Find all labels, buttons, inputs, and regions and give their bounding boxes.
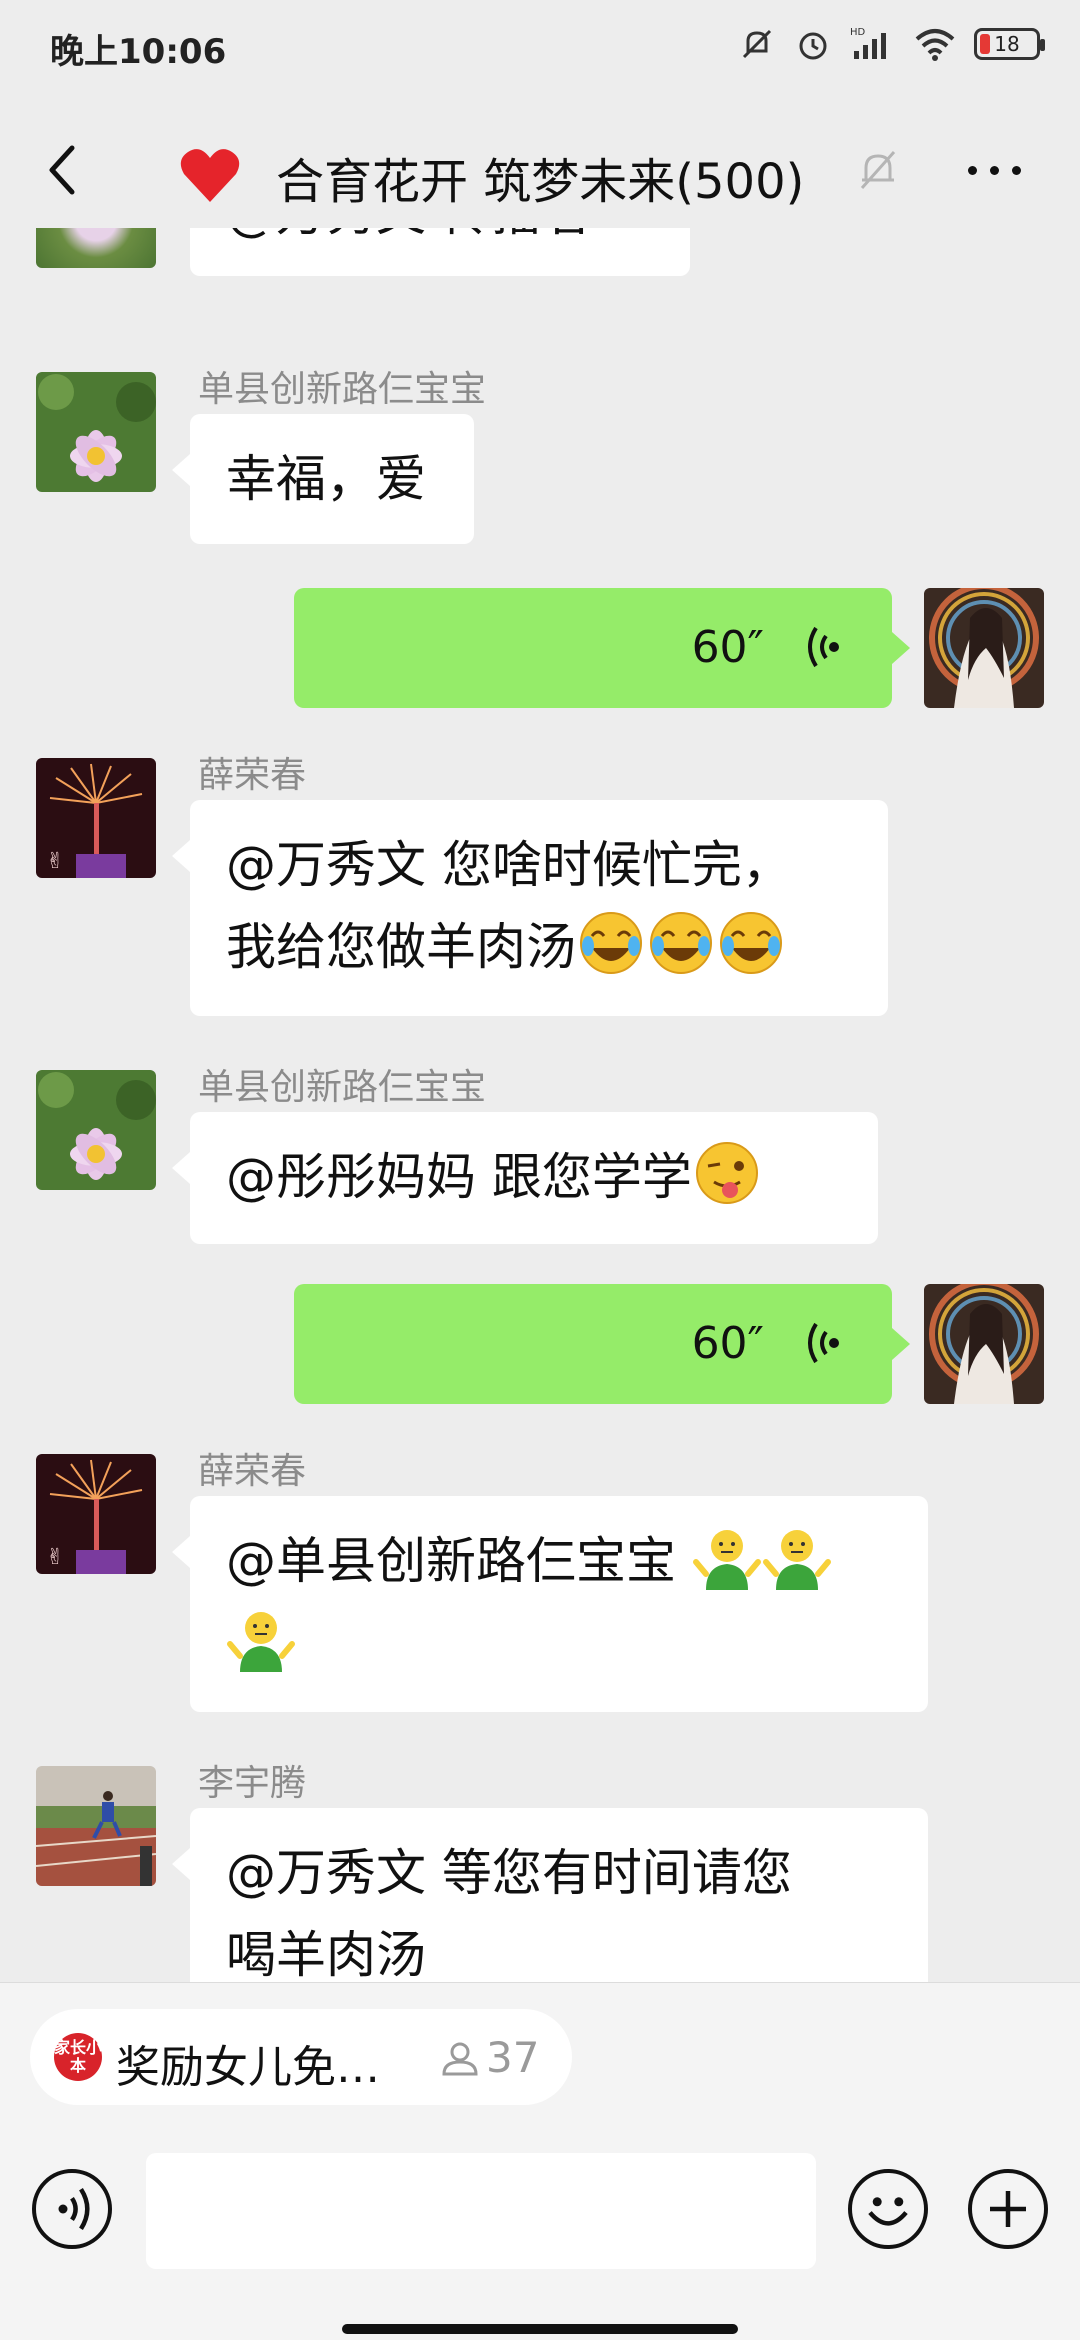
member-count: 37 [440,2033,539,2082]
voice-message[interactable]: 60″ [294,1284,910,1404]
avatar[interactable] [36,228,156,268]
message-text-line: @万秀文 等您有时间请您 [226,1844,792,1902]
chat-header: 合育花开 筑梦未来(500) [0,120,1080,220]
more-options-button[interactable] [960,150,1030,190]
tears-of-joy-emoji [720,912,782,974]
status-bar: 晚上10:06 HD 18 [0,0,1080,92]
message-bubble[interactable]: 幸福，爱 [172,414,474,544]
sender-name: 单县创新路仨宝宝 [198,1067,487,1108]
avatar[interactable] [36,1070,156,1190]
heart-icon [180,149,240,202]
shrug-emoji [227,1612,295,1672]
member-count-value: 37 [486,2033,540,2082]
svg-text:✌: ✌ [46,1545,64,1570]
message-input[interactable] [146,2153,816,2269]
svg-text:HD: HD [850,27,866,38]
status-icons: HD 18 [738,22,1045,66]
svg-text:✌: ✌ [46,849,64,874]
sender-name: 薛荣春 [198,755,307,796]
sender-name: 李宇腾 [198,1763,307,1804]
input-panel: 家长小本 奖励女儿免… 37 [0,1982,1080,2340]
avatar[interactable]: ✌ [36,758,156,878]
voice-wave-icon [808,1322,839,1364]
sender-name: 单县创新路仨宝宝 [198,369,487,410]
chat-messages[interactable]: @万秀文 传播者 单县创新路仨宝宝 幸福，爱 60″ [0,228,1080,1982]
message-text: 幸福，爱 [226,450,426,508]
avatar[interactable]: ✌ [36,1454,156,1574]
sender-name: 薛荣春 [198,1451,307,1492]
message-text-line: 喝羊肉汤 [226,1926,426,1982]
wifi-icon [915,29,955,61]
message-text-line: @万秀文 您啥时候忙完， [226,836,792,894]
mute-notifications-icon [860,151,896,189]
mini-program-label: 奖励女儿免… [116,2042,380,2093]
voice-input-toggle-icon[interactable] [32,2169,112,2249]
message-text: @万秀文 传播者 [226,228,592,242]
winking-face-with-tongue-emoji [695,1142,758,1204]
mini-program-card[interactable]: 家长小本 奖励女儿免… 37 [30,2009,572,2105]
voice-duration: 60″ [691,1318,764,1369]
battery-icon: 18 [974,28,1045,60]
message-bubble[interactable]: @单县创新路仨宝宝 [172,1496,928,1712]
person-icon [442,2042,478,2075]
voice-duration: 60″ [691,622,764,673]
signal-icon: HD [850,27,886,59]
self-avatar[interactable] [924,588,1044,708]
group-title[interactable]: 合育花开 筑梦未来(500) [276,142,804,212]
message-bubble[interactable]: @彤彤妈妈 跟您学学 [172,1112,878,1244]
shrug-emoji [692,1530,761,1590]
message-text: @单县创新路仨宝宝 [226,1532,676,1590]
voice-wave-icon [808,626,839,668]
battery-level: 18 [994,32,1020,56]
status-time: 晚上10:06 [50,32,227,72]
back-icon[interactable] [38,140,88,200]
avatar[interactable] [36,372,156,492]
message-bubble[interactable]: @万秀文 您啥时候忙完， 我给您做羊肉汤 [172,800,888,1016]
avatar[interactable] [36,1766,156,1886]
message-text-line: 我给您做羊肉汤 [226,918,576,976]
shrug-emoji [762,1530,831,1590]
mute-icon [742,29,772,59]
message-bubble[interactable]: @万秀文 传播者 [190,228,690,276]
more-functions-icon[interactable] [968,2169,1048,2249]
emoji-icon[interactable] [848,2169,928,2249]
home-indicator[interactable] [342,2324,738,2334]
self-avatar[interactable] [924,1284,1044,1404]
message-text: @彤彤妈妈 跟您学学 [226,1148,692,1206]
tears-of-joy-emoji [580,912,642,974]
tears-of-joy-emoji [650,912,712,974]
alarm-icon [799,32,827,60]
voice-message[interactable]: 60″ [294,588,910,708]
message-bubble[interactable]: @万秀文 等您有时间请您 喝羊肉汤 [172,1808,928,1982]
mini-program-logo: 家长小本 [54,2033,102,2081]
